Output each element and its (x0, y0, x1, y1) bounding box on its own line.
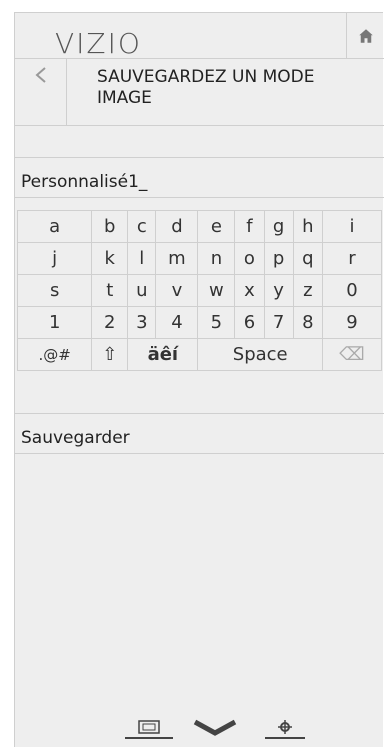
keyboard-row-3: s t u v w x y z 0 (16, 274, 383, 307)
key-4[interactable]: 4 (155, 306, 199, 339)
backspace-key[interactable]: ⌫ (321, 338, 383, 371)
key-l[interactable]: l (127, 242, 157, 275)
down-chevron-icon[interactable] (193, 719, 237, 736)
name-input-row[interactable]: Personnalisé1_ (15, 158, 384, 198)
back-arrow-icon (34, 67, 46, 83)
key-r[interactable]: r (321, 242, 383, 275)
key-m[interactable]: m (155, 242, 199, 275)
vizio-logo: VIZIO (55, 27, 142, 60)
key-0[interactable]: 0 (321, 274, 383, 307)
key-i[interactable]: i (321, 210, 383, 243)
onscreen-keyboard: a b c d e f g h i j k l m n o p q r s t … (16, 210, 383, 371)
key-b[interactable]: b (91, 210, 129, 243)
key-o[interactable]: o (234, 242, 265, 275)
bottom-navigation (125, 718, 315, 740)
key-x[interactable]: x (234, 274, 265, 307)
key-j[interactable]: j (16, 242, 93, 275)
header-bar: VIZIO (15, 13, 384, 60)
symbols-key[interactable]: .@# (16, 338, 93, 371)
key-9[interactable]: 9 (321, 306, 383, 339)
accents-key[interactable]: äêí (127, 338, 199, 371)
key-c[interactable]: c (127, 210, 157, 243)
title-bar: SAUVEGARDEZ UN MODE IMAGE (15, 59, 384, 126)
settings-icon[interactable] (265, 720, 305, 739)
home-button[interactable] (346, 13, 384, 59)
key-d[interactable]: d (155, 210, 199, 243)
key-n[interactable]: n (197, 242, 236, 275)
key-v[interactable]: v (155, 274, 199, 307)
key-k[interactable]: k (91, 242, 129, 275)
key-s[interactable]: s (16, 274, 93, 307)
key-z[interactable]: z (292, 274, 323, 307)
key-5[interactable]: 5 (197, 306, 236, 339)
key-8[interactable]: 8 (292, 306, 323, 339)
key-1[interactable]: 1 (16, 306, 93, 339)
key-g[interactable]: g (263, 210, 294, 243)
space-key[interactable]: Space (197, 338, 323, 371)
spacer-row (15, 126, 384, 158)
key-w[interactable]: w (197, 274, 236, 307)
key-h[interactable]: h (292, 210, 323, 243)
key-u[interactable]: u (127, 274, 157, 307)
keyboard-row-4: 1 2 3 4 5 6 7 8 9 (16, 306, 383, 339)
key-7[interactable]: 7 (263, 306, 294, 339)
key-f[interactable]: f (234, 210, 265, 243)
key-y[interactable]: y (263, 274, 294, 307)
tv-menu-panel: VIZIO SAUVEGARDEZ UN MODE IMAGE Personna… (14, 12, 384, 747)
shift-key[interactable]: ⇧ (91, 338, 129, 371)
key-q[interactable]: q (292, 242, 323, 275)
key-3[interactable]: 3 (127, 306, 157, 339)
home-icon (358, 29, 373, 43)
picture-mode-icon[interactable] (125, 720, 173, 739)
name-input[interactable]: Personnalisé1_ (21, 172, 147, 192)
key-2[interactable]: 2 (91, 306, 129, 339)
save-row[interactable]: Sauvegarder (15, 414, 384, 454)
key-t[interactable]: t (91, 274, 129, 307)
key-p[interactable]: p (263, 242, 294, 275)
keyboard-row-2: j k l m n o p q r (16, 242, 383, 275)
key-a[interactable]: a (16, 210, 93, 243)
back-button[interactable] (15, 59, 67, 126)
keyboard-row-special: .@# ⇧ äêí Space ⌫ (16, 338, 383, 371)
spacer-row-2 (15, 378, 384, 414)
save-button[interactable]: Sauvegarder (21, 428, 130, 448)
key-e[interactable]: e (197, 210, 236, 243)
keyboard-row-1: a b c d e f g h i (16, 210, 383, 243)
page-title: SAUVEGARDEZ UN MODE IMAGE (97, 67, 315, 108)
key-6[interactable]: 6 (234, 306, 265, 339)
